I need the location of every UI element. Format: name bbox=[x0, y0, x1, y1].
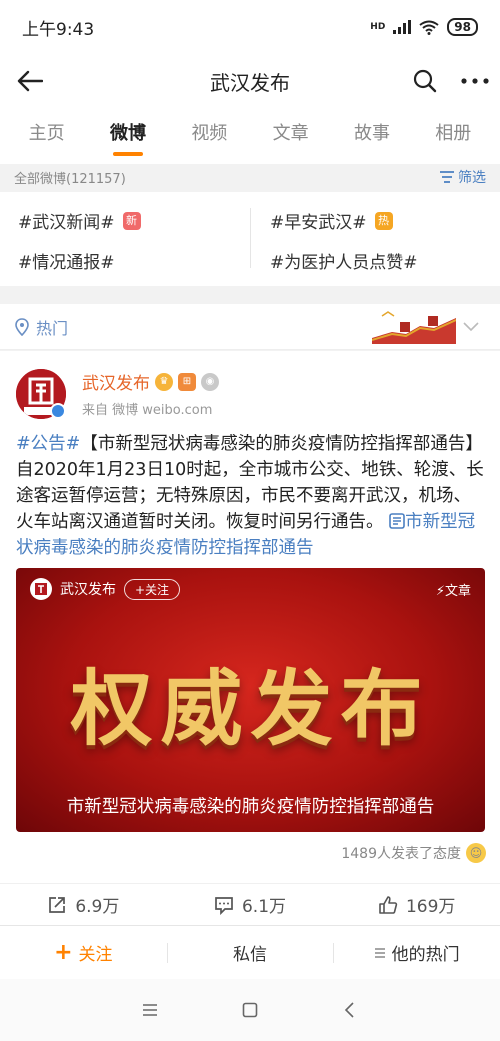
back-arrow-icon bbox=[17, 70, 43, 92]
profile-bottom-bar: + 关注 私信 他的热门 bbox=[0, 925, 500, 979]
tab-album[interactable]: 相册 bbox=[429, 108, 477, 164]
topic-item[interactable]: #早安武汉# 热 bbox=[270, 208, 393, 233]
post-actions: 6.9万 6.1万 169万 bbox=[0, 883, 500, 925]
filter-button[interactable]: 筛选 bbox=[439, 167, 486, 187]
battery-indicator: 98 bbox=[447, 18, 478, 36]
article-type-label: 文章 bbox=[444, 584, 471, 599]
system-nav-bar bbox=[0, 979, 500, 1041]
article-type: ⚡文章 bbox=[436, 580, 471, 599]
hot-label: 热门 bbox=[36, 318, 69, 338]
article-card[interactable]: 武汉发布 +关注 ⚡文章 权威发布 市新型冠状病毒感染的肺炎疫情防控指挥部通告 bbox=[16, 568, 485, 832]
search-icon bbox=[413, 69, 437, 93]
more-button[interactable] bbox=[450, 54, 500, 108]
article-author-name: 武汉发布 bbox=[60, 582, 116, 598]
topic-label: #早安武汉# bbox=[270, 213, 367, 233]
thumbs-up-icon bbox=[379, 895, 398, 914]
follow-button[interactable]: + 关注 bbox=[0, 926, 167, 979]
post-source: 来自 微博 weibo.com bbox=[82, 403, 213, 418]
verified-badge bbox=[50, 403, 66, 419]
topic-item[interactable]: #为医护人员点赞# bbox=[270, 248, 418, 273]
comment-count: 6.1万 bbox=[241, 897, 287, 917]
like-count: 169万 bbox=[405, 897, 456, 917]
topic-label: #武汉新闻# bbox=[18, 213, 115, 233]
topic-grid: #武汉新闻# 新 #早安武汉# 热 #情况通报# #为医护人员点赞# bbox=[0, 192, 500, 286]
recent-apps-button[interactable] bbox=[130, 990, 170, 1030]
author-name[interactable]: 武汉发布 bbox=[82, 369, 150, 394]
repost-count: 6.9万 bbox=[75, 897, 120, 917]
tab-weibo[interactable]: 微博 bbox=[104, 108, 152, 164]
topic-item[interactable]: #情况通报# bbox=[18, 248, 115, 273]
topic-label: #情况通报# bbox=[18, 253, 115, 273]
attitude-summary[interactable]: 1489人发表了态度 ☺ bbox=[341, 843, 486, 863]
profile-tabs: 主页 微博 视频 文章 故事 相册 bbox=[0, 108, 500, 164]
post-hashtag[interactable]: #公告# bbox=[16, 434, 80, 454]
home-button[interactable] bbox=[230, 990, 270, 1030]
author-row: 武汉发布 ♛ ⊞ ◉ bbox=[82, 369, 219, 394]
lightning-icon: ⚡ bbox=[435, 584, 445, 599]
collapse-button[interactable] bbox=[456, 312, 486, 342]
comment-button[interactable]: 6.1万 bbox=[167, 884, 334, 925]
article-headline: 权威发布 bbox=[70, 662, 431, 757]
signal-icon bbox=[393, 20, 412, 34]
network-label: HD bbox=[370, 22, 386, 32]
more-icon bbox=[461, 78, 489, 84]
chevron-down-icon bbox=[463, 321, 479, 331]
topic-label: #为医护人员点赞# bbox=[270, 253, 418, 273]
wifi-icon bbox=[419, 20, 439, 35]
divider bbox=[250, 208, 251, 268]
tab-video[interactable]: 视频 bbox=[185, 108, 233, 164]
title-actions bbox=[400, 54, 500, 108]
article-link-icon bbox=[389, 513, 405, 529]
tab-article[interactable]: 文章 bbox=[267, 108, 315, 164]
wuhan-logo-small-icon bbox=[35, 583, 47, 595]
post-card: 武汉发布 ♛ ⊞ ◉ 来自 微博 weibo.com #公告#【市新型冠状病毒感… bbox=[0, 351, 500, 925]
article-caption: 市新型冠状病毒感染的肺炎疫情防控指挥部通告 bbox=[66, 797, 435, 817]
menu-icon bbox=[374, 947, 385, 958]
great-wall-banner-icon bbox=[372, 309, 456, 344]
status-bar: 上午9:43 HD 98 bbox=[0, 0, 500, 54]
article-author-avatar bbox=[30, 578, 52, 600]
filter-label: 筛选 bbox=[458, 170, 486, 186]
chevron-left-icon bbox=[344, 1002, 354, 1018]
tab-story[interactable]: 故事 bbox=[348, 108, 396, 164]
filter-icon bbox=[440, 171, 454, 183]
tab-home[interactable]: 主页 bbox=[23, 108, 71, 164]
his-hot-label: 他的热门 bbox=[391, 945, 460, 965]
back-button[interactable] bbox=[0, 54, 60, 108]
message-label: 私信 bbox=[233, 945, 267, 965]
status-time: 上午9:43 bbox=[22, 19, 95, 40]
new-badge: 新 bbox=[122, 211, 141, 230]
smile-emoji-icon: ☺ bbox=[466, 843, 486, 863]
attitude-text: 1489人发表了态度 bbox=[341, 846, 461, 862]
repost-button[interactable]: 6.9万 bbox=[0, 884, 167, 925]
repost-icon bbox=[49, 896, 66, 913]
plus-icon: + bbox=[54, 940, 73, 965]
post-body: #公告#【市新型冠状病毒感染的肺炎疫情防控指挥部通告】自2020年1月23日10… bbox=[16, 431, 486, 561]
system-back-button[interactable] bbox=[330, 990, 370, 1030]
vip-crown-icon: ♛ bbox=[155, 372, 173, 391]
filter-bar: 全部微博(121157) 筛选 bbox=[0, 164, 500, 190]
location-pin-icon bbox=[15, 317, 29, 336]
medal-icon: ◉ bbox=[201, 372, 219, 391]
hot-section-header[interactable]: 热门 bbox=[0, 304, 500, 350]
member-badge-icon: ⊞ bbox=[178, 372, 196, 391]
his-hot-button[interactable]: 他的热门 bbox=[333, 926, 500, 979]
square-home-icon bbox=[242, 1002, 258, 1018]
article-follow-button[interactable]: +关注 bbox=[124, 578, 181, 600]
topic-item[interactable]: #武汉新闻# 新 bbox=[18, 208, 141, 233]
like-button[interactable]: 169万 bbox=[333, 884, 500, 925]
weibo-count: 全部微博(121157) bbox=[14, 171, 126, 187]
article-header: 武汉发布 +关注 bbox=[30, 578, 181, 600]
hot-badge: 热 bbox=[374, 211, 393, 230]
message-button[interactable]: 私信 bbox=[166, 926, 334, 979]
search-button[interactable] bbox=[400, 54, 450, 108]
menu-lines-icon bbox=[143, 1004, 157, 1016]
follow-label: 关注 bbox=[78, 945, 113, 965]
title-bar: 武汉发布 bbox=[0, 54, 500, 108]
comment-icon bbox=[215, 896, 233, 915]
status-icons: HD 98 bbox=[370, 18, 478, 36]
